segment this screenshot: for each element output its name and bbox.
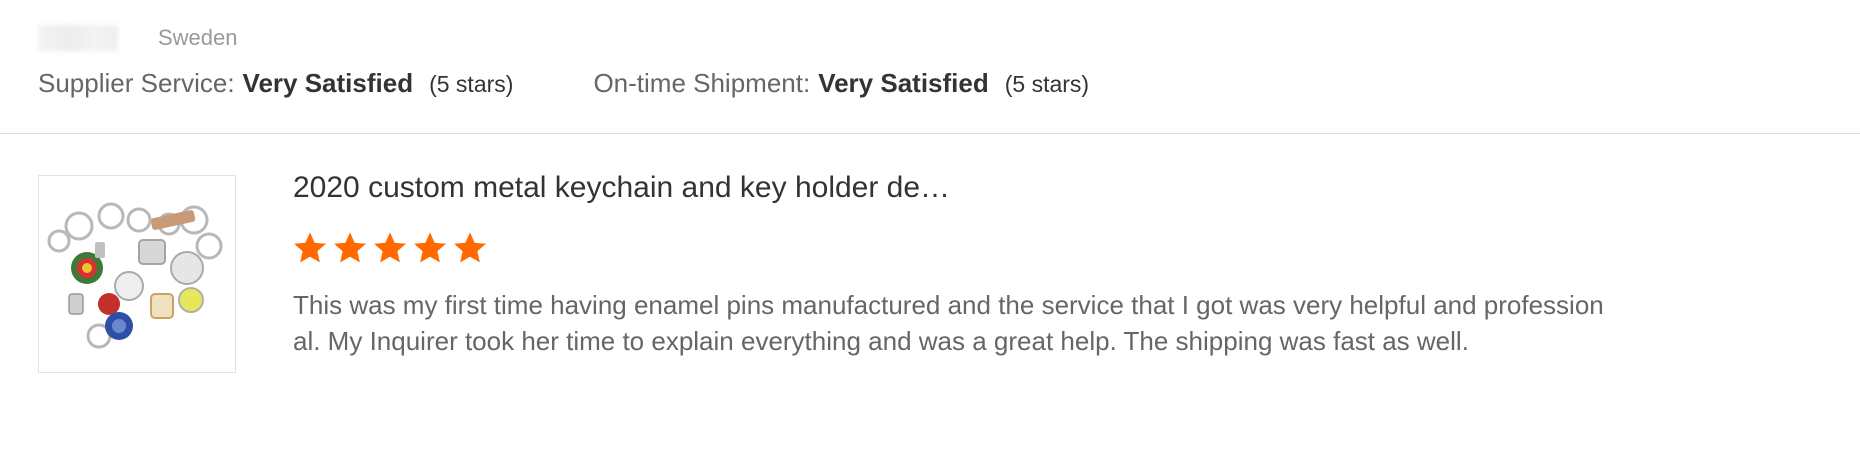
- on-time-shipment-stars-text: (5 stars): [1004, 71, 1090, 97]
- section-divider: [0, 133, 1860, 134]
- reviewer-name-redacted: [38, 25, 118, 51]
- keychain-product-image: [39, 176, 235, 372]
- on-time-shipment-value: Very Satisfied: [818, 68, 989, 98]
- star-icon: [374, 232, 406, 263]
- review-card: Sweden Supplier Service: Very Satisfied …: [0, 0, 1860, 476]
- supplier-service-value: Very Satisfied: [242, 68, 414, 98]
- supplier-service-stars-text: (5 stars): [429, 71, 514, 97]
- star-icon: [334, 232, 366, 263]
- reviewer-country: Sweden: [158, 25, 238, 50]
- star-icon: [454, 232, 486, 263]
- ratings-summary: Supplier Service: Very Satisfied (5 star…: [38, 68, 1089, 99]
- product-title-link[interactable]: 2020 custom metal keychain and key holde…: [293, 171, 950, 205]
- on-time-shipment-rating: On-time Shipment: Very Satisfied (5 star…: [593, 68, 1089, 99]
- product-star-rating: [292, 230, 492, 266]
- star-icon: [294, 232, 326, 263]
- reviewer-info: Sweden: [38, 24, 238, 52]
- supplier-service-label: Supplier Service:: [38, 68, 235, 98]
- product-thumbnail[interactable]: [38, 175, 236, 373]
- supplier-service-rating: Supplier Service: Very Satisfied (5 star…: [38, 68, 513, 99]
- review-text: This was my first time having enamel pin…: [293, 290, 1604, 356]
- on-time-shipment-label: On-time Shipment:: [593, 68, 811, 98]
- star-icon: [414, 232, 446, 263]
